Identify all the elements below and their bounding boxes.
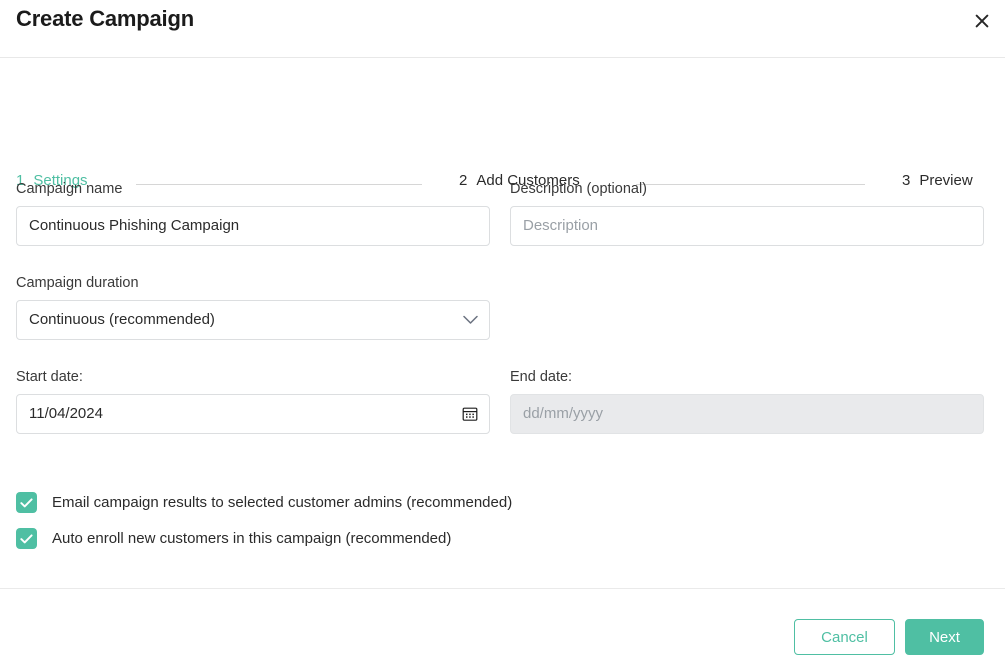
auto-enroll-checkbox-label: Auto enroll new customers in this campai… (52, 530, 452, 547)
campaign-name-label: Campaign name (16, 181, 123, 197)
description-placeholder: Description (523, 217, 599, 234)
stepper: 1 Settings 2 Add Customers 3 Preview (0, 58, 1005, 189)
next-button[interactable]: Next (905, 619, 984, 655)
end-date-label: End date: (510, 369, 573, 385)
campaign-name-value: Continuous Phishing Campaign (29, 217, 240, 234)
email-results-checkbox[interactable] (16, 492, 37, 513)
description-label: Description (optional) (510, 181, 648, 197)
start-date-label: Start date: (16, 369, 83, 385)
end-date-input: dd/mm/yyyy (510, 394, 984, 434)
campaign-duration-value: Continuous (recommended) (29, 311, 215, 328)
chevron-down-icon (463, 315, 478, 325)
email-results-checkbox-row[interactable]: Email campaign results to selected custo… (16, 492, 512, 513)
close-icon (974, 13, 990, 29)
modal-header: Create Campaign (0, 0, 1005, 58)
modal-footer: Cancel Next (0, 588, 1005, 672)
close-button[interactable] (969, 8, 995, 34)
end-date-placeholder: dd/mm/yyyy (523, 405, 604, 422)
auto-enroll-checkbox-row[interactable]: Auto enroll new customers in this campai… (16, 528, 451, 549)
campaign-duration-select[interactable]: Continuous (recommended) (16, 300, 490, 340)
description-input[interactable]: Description (510, 206, 984, 246)
campaign-settings-form: Campaign name Continuous Phishing Campai… (0, 158, 1005, 588)
campaign-name-input[interactable]: Continuous Phishing Campaign (16, 206, 490, 246)
start-date-value: 11/04/2024 (29, 405, 103, 422)
cancel-button[interactable]: Cancel (794, 619, 895, 655)
campaign-duration-label: Campaign duration (16, 275, 139, 291)
page-title: Create Campaign (16, 6, 194, 31)
start-date-input[interactable]: 11/04/2024 (16, 394, 490, 434)
calendar-icon[interactable] (462, 406, 478, 422)
auto-enroll-checkbox[interactable] (16, 528, 37, 549)
email-results-checkbox-label: Email campaign results to selected custo… (52, 494, 513, 511)
